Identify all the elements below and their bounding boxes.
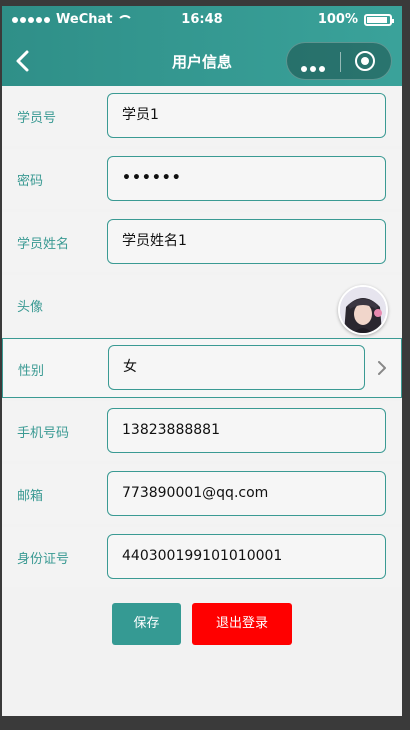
status-right: 100%: [317, 12, 394, 27]
row-phone: 手机号码 13823888881: [2, 401, 402, 461]
battery-icon: [364, 13, 394, 26]
student-id-label: 学员号: [17, 111, 57, 126]
avatar-label: 头像: [17, 300, 44, 315]
phone-input[interactable]: 13823888881: [107, 408, 386, 453]
status-bar: WeChat 16:48 100%: [2, 6, 402, 36]
id-card-label: 身份证号: [17, 552, 70, 567]
email-input[interactable]: 773890001@qq.com: [107, 471, 386, 516]
row-student-id: 学员号 学员1: [2, 86, 402, 146]
email-label: 邮箱: [17, 489, 44, 504]
nav-bar: 用户信息: [2, 36, 402, 86]
id-card-input[interactable]: 440300199101010001: [107, 534, 386, 579]
password-label: 密码: [17, 174, 44, 189]
user-info-form: 学员号 学员1 密码 •••••• 学员姓名 学员姓名1 头像 性别 女 手机号…: [2, 86, 402, 590]
student-id-input[interactable]: 学员1: [107, 93, 386, 138]
logout-button[interactable]: 退出登录: [192, 603, 292, 645]
phone-screen: WeChat 16:48 100% 用户信息 学员号 学员1 密码 ••••••: [2, 6, 402, 716]
save-button[interactable]: 保存: [112, 603, 181, 645]
student-name-input[interactable]: 学员姓名1: [107, 219, 386, 264]
row-password: 密码 ••••••: [2, 149, 402, 209]
battery-label: 100%: [317, 12, 358, 27]
password-input[interactable]: ••••••: [107, 156, 386, 201]
row-student-name: 学员姓名 学员姓名1: [2, 212, 402, 272]
gender-label: 性别: [18, 364, 45, 379]
phone-label: 手机号码: [17, 426, 70, 441]
chevron-right-icon[interactable]: [377, 361, 387, 375]
avatar[interactable]: [338, 285, 388, 335]
capsule-divider: [340, 52, 341, 72]
student-name-label: 学员姓名: [17, 237, 70, 252]
close-icon[interactable]: [355, 51, 375, 71]
gender-select[interactable]: 女: [108, 345, 365, 390]
menu-capsule: [286, 42, 392, 80]
more-icon[interactable]: [301, 57, 328, 76]
row-gender[interactable]: 性别 女: [2, 338, 402, 398]
row-id-card: 身份证号 440300199101010001: [2, 527, 402, 587]
action-buttons: 保存 退出登录: [2, 603, 402, 645]
row-avatar: 头像: [2, 275, 402, 335]
avatar-image: [340, 287, 386, 333]
row-email: 邮箱 773890001@qq.com: [2, 464, 402, 524]
